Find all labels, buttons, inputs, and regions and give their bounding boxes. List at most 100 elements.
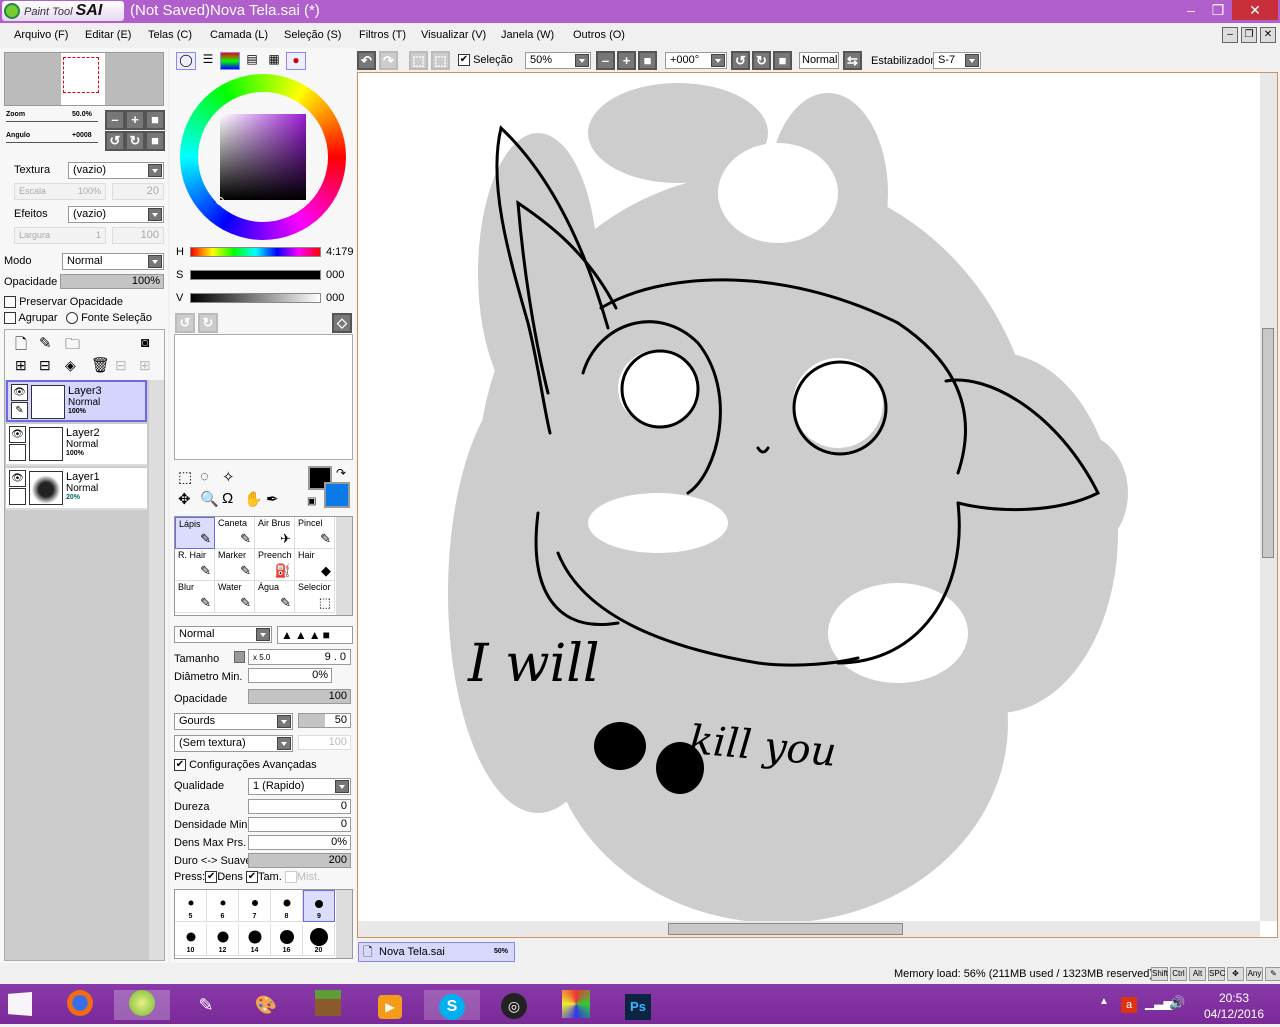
mdi-close-button[interactable]: ✕ — [1260, 27, 1276, 43]
firefox-taskbar-icon[interactable] — [60, 990, 100, 1020]
document-tab[interactable]: 🗋 Nova Tela.sai 50% — [358, 942, 515, 962]
key-indicator[interactable]: SPC — [1208, 967, 1225, 981]
eye-icon[interactable]: 👁 — [9, 426, 26, 443]
scratchpad-area[interactable] — [174, 334, 353, 460]
hardness-slider[interactable]: 0 — [248, 799, 351, 814]
layer-item[interactable]: 👁 ✎ Layer3 Normal 100% — [6, 380, 147, 422]
layer-item[interactable]: 👁 Layer1 Normal 20% — [6, 468, 147, 510]
menu-visualizar[interactable]: Visualizar (V) — [421, 29, 486, 41]
tool-air-brus[interactable]: Air Brus ✈ — [255, 517, 295, 549]
rotate-reset-button[interactable]: ■ — [145, 131, 165, 151]
paint-tool-sai-taskbar-icon[interactable] — [114, 990, 170, 1020]
brush-size-9[interactable]: 9 — [303, 890, 335, 922]
color-picker-handle[interactable] — [216, 197, 224, 205]
media-player-taskbar-icon[interactable]: ▶ — [370, 990, 410, 1020]
eyedropper-icon[interactable]: ✒ — [266, 490, 279, 508]
brush-size-5[interactable]: 5 — [175, 890, 207, 922]
eye-icon[interactable]: 👁 — [9, 470, 26, 487]
advanced-settings-checkbox[interactable]: ✔ Configurações Avançadas — [174, 759, 317, 772]
game-taskbar-icon[interactable] — [556, 990, 596, 1020]
size-slider[interactable]: x 5.0 9 . 0 — [248, 649, 351, 665]
min-density-slider[interactable]: 0 — [248, 817, 351, 832]
hsv-slider-tab[interactable] — [220, 52, 240, 70]
tool-scrollbar[interactable] — [336, 517, 352, 615]
layer-scrollbar[interactable] — [149, 380, 164, 960]
swap-colors-icon[interactable]: ↷ — [336, 466, 346, 480]
transfer-down-icon[interactable]: ⊞ — [15, 357, 27, 374]
photoshop-taskbar-icon[interactable]: Ps — [618, 990, 658, 1020]
vertical-scrollbar[interactable] — [1260, 73, 1277, 921]
delete-layer-icon[interactable]: 🗑 — [91, 356, 110, 374]
brush-size-14[interactable]: 14 — [239, 924, 271, 956]
stabilizer-select[interactable]: S-7 — [933, 52, 981, 69]
drawing-canvas[interactable]: I will kill you — [358, 73, 1260, 921]
selection-source-radio[interactable]: Fonte Seleção — [66, 312, 152, 325]
tool-lápis[interactable]: Lápis ✎ — [175, 517, 215, 549]
antivirus-tray-icon[interactable]: a — [1121, 997, 1137, 1013]
tool-preench[interactable]: Preench ⛽ — [255, 549, 295, 581]
undo-button[interactable]: ↶ — [357, 51, 376, 70]
vertical-scroll-thumb[interactable] — [1262, 328, 1274, 558]
pressure-density-checkbox[interactable]: ✔ — [205, 871, 218, 884]
layer-mask-icon[interactable]: ◙ — [141, 334, 149, 350]
toolbar-zoom-reset-button[interactable]: ■ — [638, 51, 657, 70]
menu-selecao[interactable]: Seleção (S) — [284, 29, 341, 41]
rotate-right-button[interactable]: ↻ — [125, 131, 145, 151]
menu-camada[interactable]: Camada (L) — [210, 29, 268, 41]
menu-arquivo[interactable]: Arquivo (F) — [14, 29, 68, 41]
effects-select[interactable]: (vazio) — [68, 206, 164, 223]
lasso-icon[interactable]: ◌ — [200, 468, 209, 485]
rect-select-icon[interactable]: ⬚ — [178, 468, 192, 486]
close-button[interactable]: ✕ — [1232, 0, 1278, 20]
key-indicator[interactable]: ✥ — [1227, 967, 1244, 981]
toolbar-zoom-out-button[interactable]: – — [596, 51, 615, 70]
navigator-preview[interactable] — [4, 52, 164, 106]
tool-blur[interactable]: Blur ✎ — [175, 581, 215, 613]
angle-select[interactable]: +000° — [665, 52, 727, 69]
scratchpad-clear-button[interactable]: ◇ — [332, 313, 352, 333]
brush-shape-amount[interactable]: 50 — [298, 713, 351, 728]
key-indicator[interactable]: Ctrl — [1170, 967, 1187, 981]
zoom-select[interactable]: 50% — [525, 52, 591, 69]
menu-filtros[interactable]: Filtros (T) — [359, 29, 406, 41]
toolbar-rotate-left-button[interactable]: ↺ — [731, 51, 750, 70]
new-layer-icon[interactable]: 🗋 — [15, 334, 27, 359]
rotate-tool-icon[interactable]: Ω — [222, 490, 233, 507]
zoom-tool-icon[interactable]: 🔍 — [200, 490, 219, 508]
clear-layer-icon[interactable]: ◈ — [65, 357, 76, 374]
rotate-left-button[interactable]: ↺ — [105, 131, 125, 151]
max-density-slider[interactable]: 0% — [248, 835, 351, 850]
new-folder-icon[interactable]: 🗀 — [65, 334, 80, 359]
transparent-color-icon[interactable]: ▣ — [307, 496, 316, 507]
brush-size-6[interactable]: 6 — [207, 890, 239, 922]
brush-edge-shapes[interactable]: ▲▲▲■ — [277, 626, 353, 644]
merge-down-icon[interactable]: ⊟ — [39, 357, 51, 374]
restore-button[interactable]: ❐ — [1204, 0, 1232, 20]
flip-horizontal-button[interactable]: ⇆ — [843, 51, 862, 70]
hand-icon[interactable]: ✋ — [244, 490, 263, 508]
tool-hair[interactable]: Hair ◆ — [295, 549, 335, 581]
zoom-out-button[interactable]: – — [105, 110, 125, 130]
hue-slider[interactable] — [190, 247, 321, 257]
brush-opacity-slider[interactable]: 100 — [248, 689, 351, 704]
horizontal-scroll-thumb[interactable] — [668, 923, 903, 935]
navigator-viewport[interactable] — [63, 57, 99, 93]
brush-size-8[interactable]: 8 — [271, 890, 303, 922]
minimize-button[interactable]: – — [1177, 0, 1205, 20]
preserve-opacity-checkbox[interactable]: Preservar Opacidade — [4, 296, 123, 309]
move-icon[interactable]: ✥ — [178, 490, 191, 508]
tray-overflow-icon[interactable]: ▲ — [1099, 996, 1109, 1007]
tool-caneta[interactable]: Caneta ✎ — [215, 517, 255, 549]
color-wheel[interactable] — [180, 74, 346, 240]
blend-mode-select[interactable]: Normal — [62, 253, 164, 270]
new-vector-layer-icon[interactable]: ✎ — [39, 334, 52, 352]
layer-opacity-slider[interactable]: 100% — [60, 274, 164, 289]
brush-size-10[interactable]: 10 — [175, 924, 207, 956]
start-button[interactable] — [8, 992, 32, 1016]
pencil-icon[interactable]: ✎ — [11, 402, 28, 419]
tool-pincel[interactable]: Pincel ✎ — [295, 517, 335, 549]
palette-tab[interactable]: ▦ — [264, 52, 284, 70]
zoom-slider[interactable] — [6, 121, 98, 122]
brush-texture-select[interactable]: (Sem textura) — [174, 735, 293, 752]
key-indicator[interactable]: ✎ — [1265, 967, 1280, 981]
